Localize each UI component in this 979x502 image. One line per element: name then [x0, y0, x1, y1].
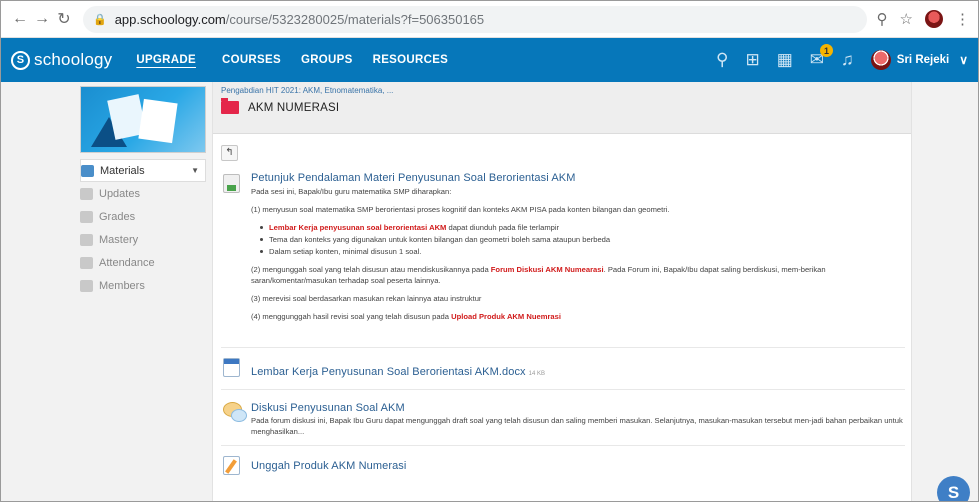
- item-body: Pada sesi ini, Bapak/Ibu guru matematika…: [251, 186, 905, 322]
- item-title[interactable]: Unggah Produk AKM Numerasi: [251, 460, 905, 472]
- upload-link[interactable]: Upload Produk AKM Nuemrasi: [451, 312, 561, 321]
- folder-icon: [221, 98, 239, 114]
- schoology-logo[interactable]: S schoology: [11, 50, 112, 70]
- zoom-icon[interactable]: ⚲: [877, 10, 888, 28]
- step-2-text-a: (2) mengunggah soal yang telah disusun a…: [251, 265, 491, 274]
- sidebar-item-members[interactable]: Members: [80, 274, 206, 297]
- sidebar-item-mastery[interactable]: Mastery: [80, 228, 206, 251]
- nav-courses[interactable]: COURSES: [222, 54, 281, 66]
- item-bullets: Lembar Kerja penyusunan soal berorientas…: [259, 222, 905, 257]
- materials-icon: [81, 164, 94, 177]
- logo-mark-icon: S: [11, 50, 30, 70]
- nav-resources[interactable]: RESOURCES: [373, 54, 449, 66]
- sidebar-item-label: Mastery: [99, 233, 139, 246]
- bell-icon[interactable]: ♫: [841, 50, 854, 70]
- mastery-icon: [80, 233, 93, 246]
- breadcrumb[interactable]: Pengabdian HIT 2021: AKM, Etnomatematika…: [221, 86, 903, 95]
- profile-avatar[interactable]: [925, 10, 943, 28]
- course-image[interactable]: [80, 86, 206, 153]
- sidebar-item-attendance[interactable]: Attendance: [80, 251, 206, 274]
- list-item: Lembar Kerja Penyusunan Soal Berorientas…: [221, 348, 905, 390]
- sidebar-item-label: Members: [99, 279, 145, 292]
- browser-actions: ⚲ ☆ ⋮: [877, 10, 970, 28]
- calendar-icon[interactable]: ▦: [777, 50, 793, 70]
- reload-icon[interactable]: ↻: [53, 9, 75, 29]
- discussion-icon: [223, 402, 247, 422]
- message-badge: 1: [820, 44, 834, 57]
- list-item: Diskusi Penyusunan Soal AKM Pada forum d…: [221, 390, 905, 446]
- star-icon[interactable]: ☆: [900, 10, 913, 28]
- forward-arrow-icon[interactable]: →: [31, 10, 53, 28]
- user-name: Sri Rejeki: [896, 54, 950, 66]
- top-navigation: S schoology UPGRADE COURSES GROUPS RESOU…: [1, 38, 978, 82]
- browser-toolbar: ← → ↻ 🔒 app.schoology.com /course/532328…: [1, 1, 978, 38]
- nav-groups[interactable]: GROUPS: [301, 54, 353, 66]
- kebab-menu-icon[interactable]: ⋮: [955, 10, 970, 28]
- page-body: Materials ▼ Updates Grades Mastery Atten…: [1, 82, 978, 501]
- lock-icon: 🔒: [93, 13, 107, 26]
- step-4-text: (4) menggunggah hasil revisi soal yang t…: [251, 312, 452, 321]
- bullet-3: Dalam setiap konten, minimal disusun 1 s…: [259, 246, 905, 257]
- updates-icon: [80, 187, 93, 200]
- logo-text: schoology: [34, 50, 113, 69]
- page-title: AKM NUMERASI: [248, 101, 340, 114]
- url-host: app.schoology.com: [114, 11, 226, 27]
- chevron-down-icon: ∨: [959, 53, 968, 67]
- sidebar-item-label: Grades: [99, 210, 136, 223]
- url-path: /course/5323280025/materials?f=506350165: [225, 11, 485, 27]
- item-title[interactable]: Lembar Kerja Penyusunan Soal Berorientas…: [251, 366, 526, 378]
- address-bar[interactable]: 🔒 app.schoology.com /course/5323280025/m…: [83, 5, 867, 33]
- item-intro: Pada sesi ini, Bapak/Ibu guru matematika…: [251, 187, 452, 196]
- sidebar-item-materials[interactable]: Materials ▼: [80, 159, 206, 182]
- forum-link[interactable]: Forum Diskusi AKM Numearasi: [491, 265, 604, 274]
- user-avatar: [870, 50, 891, 70]
- back-to-parent-button[interactable]: ↰: [221, 145, 238, 161]
- item-step-3: (3) merevisi soal berdasarkan masukan re…: [251, 294, 482, 303]
- apps-grid-icon[interactable]: ⊞: [745, 50, 759, 70]
- folder-header: Pengabdian HIT 2021: AKM, Etnomatematika…: [213, 82, 911, 134]
- sidebar-item-label: Materials: [100, 164, 145, 177]
- item-step-4: (4) menggunggah hasil revisi soal yang t…: [251, 311, 905, 322]
- list-item: Petunjuk Pendalaman Materi Penyusunan So…: [221, 172, 905, 348]
- item-step-2: (2) mengunggah soal yang telah disusun a…: [251, 264, 905, 286]
- list-item: Unggah Produk AKM Numerasi: [221, 446, 905, 476]
- item-body: Pada forum diskusi ini, Bapak Ibu Guru d…: [251, 416, 903, 436]
- doc-file-icon: [223, 358, 240, 377]
- mail-icon[interactable]: ✉ 1: [810, 44, 834, 70]
- back-arrow-icon: ↰: [225, 147, 234, 158]
- page-icon: [223, 174, 240, 193]
- sidebar-item-label: Attendance: [99, 256, 155, 269]
- attendance-icon: [80, 256, 93, 269]
- grades-icon: [80, 210, 93, 223]
- sidebar-item-updates[interactable]: Updates: [80, 182, 206, 205]
- nav-tools: ⚲ ⊞ ▦ ✉ 1 ♫ Sri Rejeki ∨: [716, 44, 978, 70]
- worksheet-link[interactable]: Lembar Kerja penyusunan soal berorientas…: [269, 223, 446, 232]
- bullet-1: Lembar Kerja penyusunan soal berorientas…: [259, 222, 905, 233]
- help-button[interactable]: S: [937, 476, 970, 501]
- caret-down-icon[interactable]: ▼: [191, 166, 199, 175]
- file-size: 14 KB: [528, 371, 546, 377]
- assignment-icon: [223, 456, 240, 475]
- item-title[interactable]: Petunjuk Pendalaman Materi Penyusunan So…: [251, 172, 905, 184]
- members-icon: [80, 279, 93, 292]
- back-arrow-icon[interactable]: ←: [9, 10, 31, 28]
- nav-upgrade[interactable]: UPGRADE: [136, 54, 196, 66]
- folder-title-row: AKM NUMERASI: [221, 98, 903, 114]
- bullet-1-text: dapat diunduh pada file terlampir: [446, 223, 560, 232]
- item-title[interactable]: Diskusi Penyusunan Soal AKM: [251, 402, 905, 414]
- sidebar-item-grades[interactable]: Grades: [80, 205, 206, 228]
- materials-panel: Pengabdian HIT 2021: AKM, Etnomatematika…: [212, 82, 912, 501]
- user-menu[interactable]: Sri Rejeki ∨: [870, 50, 968, 70]
- sidebar-item-label: Updates: [99, 187, 140, 200]
- course-menu: Materials ▼ Updates Grades Mastery Atten…: [80, 159, 206, 297]
- item-step-1: (1) menyusun soal matematika SMP berorie…: [251, 205, 670, 214]
- bullet-2: Tema dan konteks yang digunakan untuk ko…: [259, 234, 905, 245]
- search-icon[interactable]: ⚲: [716, 50, 728, 70]
- materials-list: Petunjuk Pendalaman Materi Penyusunan So…: [221, 172, 905, 476]
- app-window: ← → ↻ 🔒 app.schoology.com /course/532328…: [0, 0, 979, 502]
